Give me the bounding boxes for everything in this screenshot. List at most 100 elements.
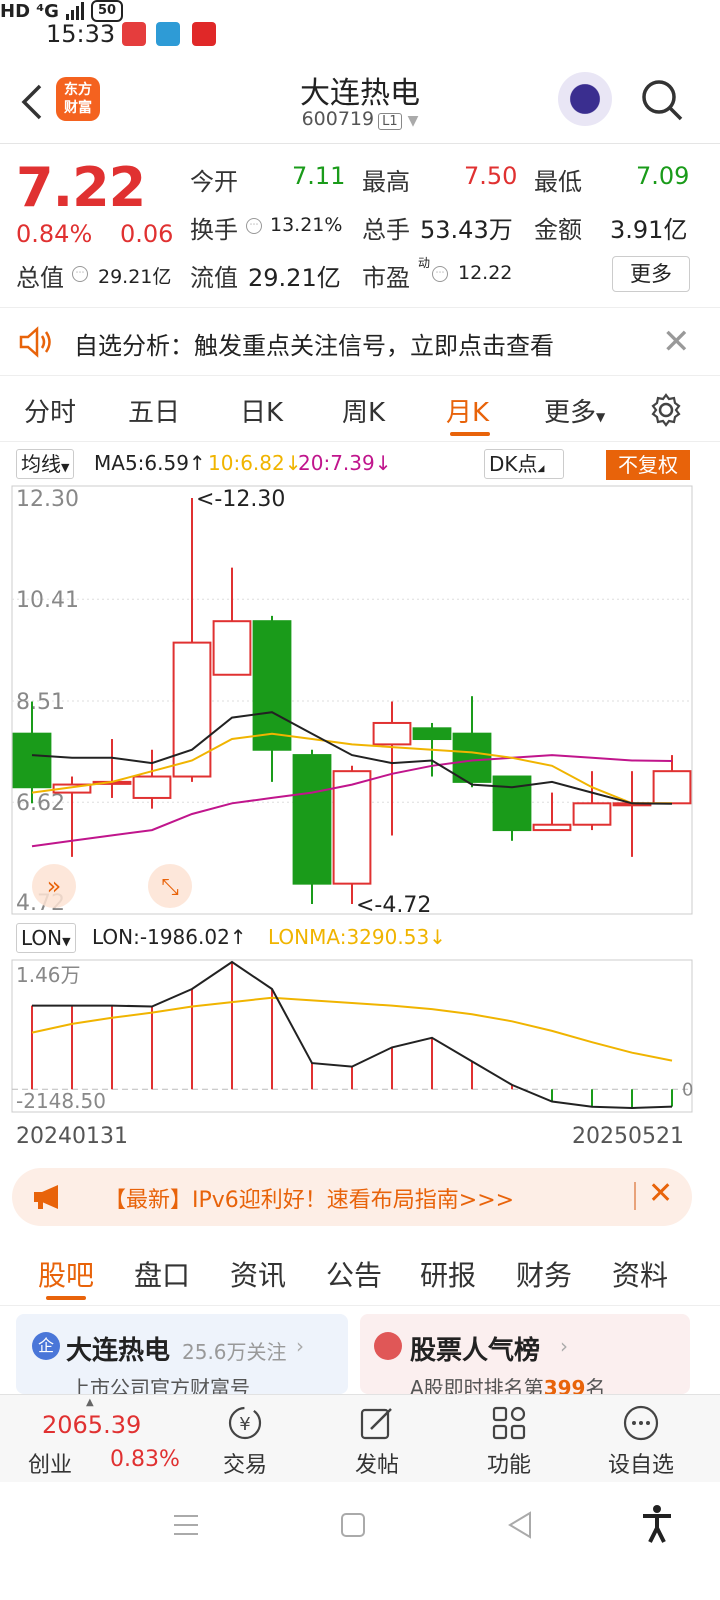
- tab-more[interactable]: 更多▼: [544, 392, 605, 429]
- rank-chart-icon: [374, 1332, 402, 1360]
- chevron-right-icon: ›: [560, 1334, 568, 1358]
- pe-label: 市盈: [362, 264, 410, 292]
- tab-finance[interactable]: 财务: [516, 1254, 572, 1294]
- menu-icon[interactable]: [172, 1512, 200, 1538]
- status-time: 15:33: [46, 20, 116, 48]
- dk-point-select[interactable]: DK点◢: [484, 449, 564, 479]
- chevron-down-icon: ▼: [61, 461, 70, 474]
- telegram-icon: [156, 22, 180, 46]
- nav-fav-label: 设自选: [607, 1453, 674, 1478]
- edit-post-icon: [360, 1408, 392, 1440]
- candle-body: [452, 732, 492, 783]
- amount-value: 3.91亿: [610, 216, 688, 244]
- stock-code[interactable]: 600719 L1 ▼: [0, 108, 720, 130]
- price-axis-label: 10.41: [16, 588, 79, 613]
- tab-weekly-k[interactable]: 周K: [342, 392, 385, 429]
- change-amount: 0.06: [120, 220, 174, 248]
- volume-label: 总手: [362, 216, 410, 244]
- date-end: 20250521: [572, 1124, 684, 1149]
- tab-guba[interactable]: 股吧: [38, 1254, 94, 1294]
- rank-suffix: 名: [585, 1376, 606, 1394]
- change-percent: 0.84%: [16, 220, 93, 248]
- pe-value: 12.22: [458, 262, 513, 284]
- info-icon[interactable]: ⋯: [72, 266, 88, 282]
- lon-axis-bottom: -2148.50: [16, 1089, 106, 1113]
- max-price-marker: <-12.30: [196, 487, 285, 512]
- candle-body: [532, 823, 572, 832]
- ma20-value: 20:7.39↓: [298, 451, 392, 475]
- settings-gear-icon[interactable]: [648, 392, 684, 428]
- home-square-icon[interactable]: [340, 1512, 366, 1538]
- info-icon[interactable]: ⋯: [432, 266, 448, 282]
- lon-indicator-select[interactable]: LON▼: [16, 923, 76, 953]
- price-axis-label: 12.30: [16, 487, 79, 512]
- nav-trade-label: 交易: [222, 1453, 267, 1478]
- lon-value: LON:-1986.02↑: [92, 925, 247, 949]
- notice-bar[interactable]: 自选分析：触发重点关注信号，立即点击查看 ✕: [0, 308, 720, 376]
- price-axis-label: 6.62: [16, 791, 65, 816]
- accessibility-icon[interactable]: [640, 1504, 674, 1544]
- candle-body: [412, 727, 452, 741]
- indicator-select[interactable]: 均线▼: [16, 449, 75, 479]
- tab-daily-k[interactable]: 日K: [240, 392, 283, 429]
- ai-assistant-icon[interactable]: [558, 72, 612, 126]
- lon-axis-top: 1.46万: [16, 963, 81, 987]
- volume-value: 53.43万: [420, 216, 513, 244]
- back-triangle-icon[interactable]: [506, 1510, 534, 1540]
- grid-functions-icon: [492, 1406, 526, 1440]
- rank-prefix: A股即时排名第: [410, 1376, 544, 1394]
- trade-yen-icon: ¥: [228, 1406, 262, 1440]
- svg-text:¥: ¥: [239, 1414, 250, 1435]
- nav-functions[interactable]: 功能: [464, 1403, 554, 1479]
- tab-five-day[interactable]: 五日: [128, 392, 180, 429]
- nav-trade[interactable]: ¥ 交易: [200, 1403, 290, 1479]
- min-price-marker: <-4.72: [356, 893, 431, 918]
- indicator-select-label: 均线: [21, 452, 61, 476]
- amount-label: 金额: [534, 216, 582, 244]
- stock-name-title: 大连热电: [300, 76, 420, 111]
- info-icon[interactable]: ⋯: [246, 218, 262, 234]
- notice-text: 自选分析：触发重点关注信号，立即点击查看: [74, 332, 554, 360]
- candle-body: [252, 620, 292, 751]
- caret-up-icon: ▲: [86, 1397, 94, 1408]
- index-value[interactable]: 2065.39: [42, 1411, 141, 1439]
- nav-post[interactable]: 发帖: [332, 1403, 422, 1479]
- tab-announcements[interactable]: 公告: [326, 1254, 382, 1294]
- candle-body: [372, 721, 412, 746]
- dk-point-label: DK点: [489, 452, 538, 476]
- tab-intraday[interactable]: 分时: [24, 392, 76, 429]
- megaphone-icon: [34, 1185, 58, 1209]
- chart-period-tabs: 分时 五日 日K 周K 月K 更多▼: [0, 378, 720, 442]
- current-price: 7.22: [16, 156, 146, 219]
- close-icon[interactable]: ✕: [662, 322, 691, 362]
- nav-add-favorite[interactable]: 设自选: [596, 1403, 686, 1479]
- adjust-type-badge[interactable]: 不复权: [606, 450, 690, 480]
- mktcap-value: 29.21亿: [98, 266, 172, 288]
- tab-profile[interactable]: 资料: [612, 1254, 668, 1294]
- chevron-down-icon: ▼: [62, 935, 71, 948]
- close-icon[interactable]: ✕: [648, 1176, 673, 1211]
- high-label: 最高: [362, 168, 410, 196]
- card-title: 大连热电: [66, 1336, 171, 1366]
- lon-indicator-chart[interactable]: 1.46万 -2148.50 0: [0, 956, 720, 1116]
- tab-monthly-k[interactable]: 月K: [446, 392, 489, 429]
- promo-banner[interactable]: 【最新】IPv6迎利好！速看布局指南>>> ✕: [12, 1168, 692, 1226]
- expand-arrows-icon: ⤡: [161, 875, 179, 900]
- tab-news[interactable]: 资讯: [230, 1254, 286, 1294]
- search-icon[interactable]: [640, 78, 684, 122]
- candlestick-chart[interactable]: 12.3010.418.516.624.72<-12.30<-4.72» ⤡: [0, 482, 720, 918]
- tab-pankou[interactable]: 盘口: [134, 1254, 190, 1294]
- tab-research[interactable]: 研报: [420, 1254, 476, 1294]
- turnover-label: 换手: [190, 216, 238, 244]
- more-button[interactable]: 更多: [612, 256, 690, 292]
- popularity-rank-card[interactable]: 股票人气榜 › A股即时排名第399名: [360, 1314, 690, 1394]
- mktcap-label: 总值: [16, 264, 64, 292]
- index-name[interactable]: 创业: [28, 1447, 72, 1479]
- official-account-card[interactable]: 企 大连热电 25.6万关注 › 上市公司官方财富号: [16, 1314, 348, 1394]
- enterprise-icon: 企: [32, 1332, 60, 1360]
- ma10-value: 10:6.82↓: [208, 451, 302, 475]
- banner-text: 【最新】IPv6迎利好！速看布局指南>>>: [104, 1188, 515, 1213]
- index-change[interactable]: 0.83%: [110, 1447, 180, 1472]
- ma5-value: MA5:6.59↑: [94, 451, 206, 475]
- card-subtitle: A股即时排名第399名: [410, 1372, 605, 1394]
